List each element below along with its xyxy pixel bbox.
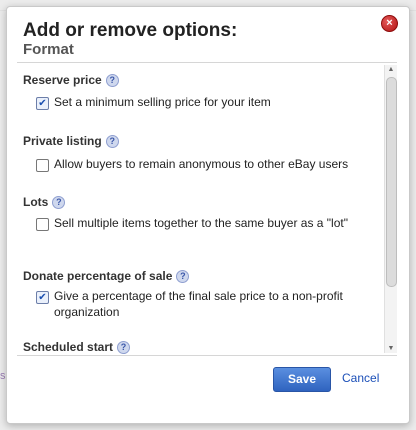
cancel-link[interactable]: Cancel: [342, 371, 379, 385]
option-reserve-price: Reserve price?: [23, 73, 119, 88]
lots-checkbox[interactable]: [36, 218, 49, 231]
scroll-thumb[interactable]: [386, 77, 397, 287]
option-label: Reserve price: [23, 73, 102, 87]
help-icon[interactable]: ?: [117, 341, 131, 355]
help-icon[interactable]: ?: [105, 74, 119, 88]
option-description: Sell multiple items together to the same…: [54, 216, 348, 230]
close-icon[interactable]: ×: [381, 15, 398, 32]
option-description: Give a percentage of the final sale pric…: [54, 289, 343, 319]
background-text: s: [0, 370, 6, 382]
options-dialog: Add or remove options: Format × Reserve …: [6, 6, 410, 424]
option-lots: Lots?: [23, 195, 66, 210]
help-icon[interactable]: ?: [52, 196, 66, 210]
option-label: Lots: [23, 195, 49, 209]
option-label: Private listing: [23, 134, 102, 148]
options-list: Reserve price? ✔ Set a minimum selling p…: [17, 62, 397, 356]
option-description: Allow buyers to remain anonymous to othe…: [54, 157, 349, 171]
dialog-subtitle: Format: [23, 41, 74, 58]
help-icon[interactable]: ?: [105, 135, 119, 149]
dialog-title: Add or remove options:: [23, 20, 238, 41]
option-donate-percentage: Donate percentage of sale?: [23, 269, 190, 284]
donate-percentage-checkbox[interactable]: ✔: [36, 291, 49, 304]
option-private-listing: Private listing?: [23, 134, 119, 149]
option-label: Donate percentage of sale: [23, 269, 173, 283]
option-scheduled-start: Scheduled start?: [23, 340, 131, 355]
help-icon[interactable]: ?: [176, 270, 190, 284]
private-listing-checkbox[interactable]: [36, 159, 49, 172]
save-button[interactable]: Save: [273, 367, 331, 392]
scroll-up-arrow-icon[interactable]: ▲: [386, 65, 396, 74]
option-label: Scheduled start: [23, 340, 114, 354]
reserve-price-checkbox[interactable]: ✔: [36, 97, 49, 110]
options-scrollbar[interactable]: ▲ ▼: [384, 65, 397, 353]
scroll-down-arrow-icon[interactable]: ▼: [386, 344, 396, 353]
option-description: Set a minimum selling price for your ite…: [54, 95, 271, 109]
